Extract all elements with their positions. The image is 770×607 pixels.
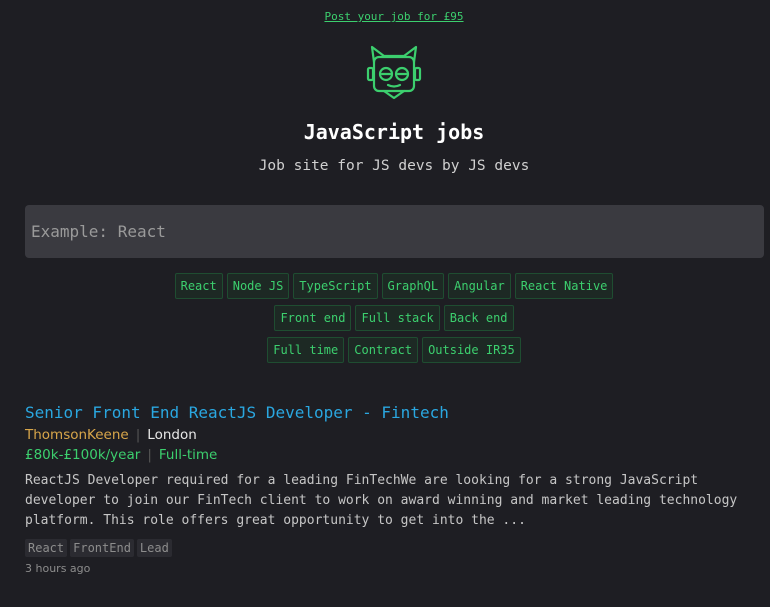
job-salary: £80k-£100k/year [25, 447, 141, 463]
filter-tag-angular[interactable]: Angular [448, 273, 511, 299]
salary-separator: | [147, 447, 152, 463]
robot-mascot-icon[interactable] [366, 42, 422, 102]
job-type: Full-time [158, 447, 218, 463]
filter-tag-full-stack[interactable]: Full stack [355, 305, 440, 331]
filter-row-role: Front end Full stack Back end [0, 305, 770, 331]
job-tag-frontend[interactable]: FrontEnd [70, 539, 134, 557]
filter-row-contract: Full time Contract Outside IR35 [0, 337, 770, 363]
post-job-link[interactable]: Post your job for £95 [0, 10, 770, 23]
page: Post your job for £95 JavaScript jobs Jo… [0, 0, 770, 607]
filter-tag-typescript[interactable]: TypeScript [293, 273, 378, 299]
filter-tag-react[interactable]: React [174, 273, 223, 299]
filter-tag-back-end[interactable]: Back end [443, 305, 514, 331]
job-tag-lead[interactable]: Lead [136, 539, 172, 557]
job-salary-line: £80k-£100k/year | Full-time [25, 445, 745, 465]
posted-time: 3 hours ago [25, 562, 91, 575]
job-meta: ThomsonKeene | London [25, 425, 745, 445]
filter-tag-react-native[interactable]: React Native [514, 273, 614, 299]
job-tag-react[interactable]: React [25, 539, 68, 557]
site-tagline: Job site for JS devs by JS devs [258, 158, 530, 174]
filter-row-tech: React Node JS TypeScript GraphQL Angular… [0, 273, 770, 299]
site-title: JavaScript jobs [303, 120, 485, 144]
meta-separator: | [135, 427, 141, 443]
job-listing: Senior Front End ReactJS Developer - Fin… [25, 402, 745, 575]
filter-tag-graphql[interactable]: GraphQL [381, 273, 445, 299]
job-tags: React FrontEnd Lead [25, 539, 745, 557]
company-name[interactable]: ThomsonKeene [25, 427, 129, 443]
job-title-link[interactable]: Senior Front End ReactJS Developer - Fin… [25, 402, 745, 424]
job-description: ReactJS Developer required for a leading… [25, 473, 738, 528]
filter-tag-full-time[interactable]: Full time [267, 337, 345, 363]
search-input[interactable] [25, 205, 764, 258]
filter-tag-outside-ir35[interactable]: Outside IR35 [422, 337, 521, 363]
filter-tag-front-end[interactable]: Front end [274, 305, 352, 331]
filter-tag-nodejs[interactable]: Node JS [226, 273, 290, 299]
filter-tag-contract[interactable]: Contract [348, 337, 419, 363]
job-location: London [147, 427, 197, 443]
